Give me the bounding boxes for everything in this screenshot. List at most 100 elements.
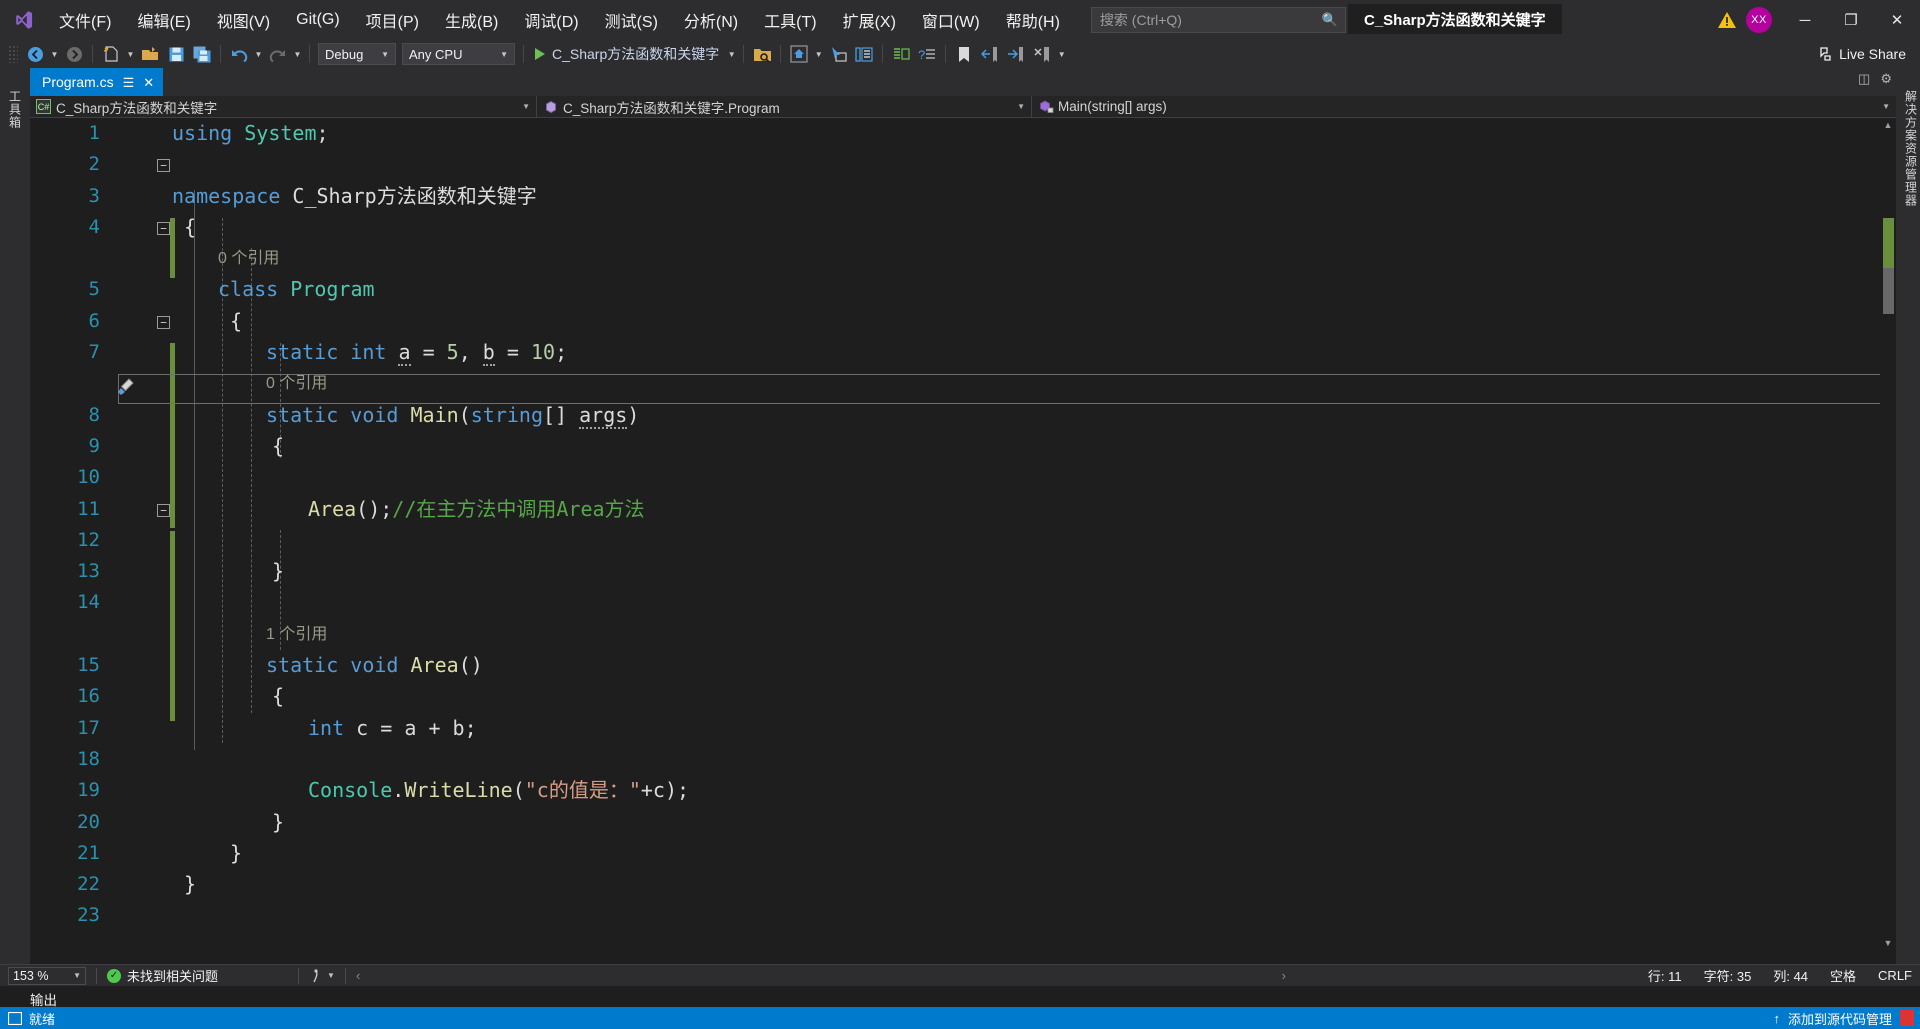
- new-item-icon[interactable]: [98, 42, 124, 66]
- solution-explorer-rail-label[interactable]: 解决方案资源管理器: [1896, 82, 1920, 207]
- upload-icon[interactable]: ↑: [1773, 1011, 1780, 1026]
- next-bookmark-icon[interactable]: [1003, 42, 1029, 66]
- code-line[interactable]: 9 {: [30, 431, 1896, 462]
- search-box[interactable]: 🔍: [1090, 7, 1346, 33]
- menu-debug[interactable]: 调试(D): [511, 0, 591, 40]
- open-file-icon[interactable]: [137, 42, 163, 66]
- toolbox-rail[interactable]: 工具箱: [0, 68, 30, 968]
- code-line[interactable]: 20 }: [30, 807, 1896, 838]
- navigate-forward-icon[interactable]: [61, 42, 87, 66]
- menu-edit[interactable]: 编辑(E): [124, 0, 203, 40]
- redo-dropdown-icon[interactable]: ▼: [291, 50, 304, 59]
- select-element-icon[interactable]: [825, 42, 851, 66]
- chevron-down-icon[interactable]: ▼: [327, 971, 335, 980]
- menu-help[interactable]: 帮助(H): [993, 0, 1073, 40]
- output-panel-title[interactable]: 输出: [0, 986, 1920, 1009]
- code-line[interactable]: 1 using System;: [30, 118, 1896, 149]
- start-dropdown-icon[interactable]: ▼: [725, 50, 738, 59]
- codelens-line[interactable]: 1 个引用: [30, 619, 1896, 650]
- history-back-icon[interactable]: ‹: [356, 968, 360, 983]
- code-line[interactable]: 21 }: [30, 838, 1896, 869]
- line-ending-label[interactable]: CRLF: [1878, 968, 1912, 983]
- menu-git[interactable]: Git(G): [283, 0, 353, 40]
- code-line[interactable]: 16 {: [30, 681, 1896, 712]
- code-editor[interactable]: − − − − 1 using System; 2 3 namespace C_…: [30, 118, 1896, 968]
- code-line[interactable]: 17 int c = a + b;: [30, 713, 1896, 744]
- undo-dropdown-icon[interactable]: ▼: [252, 50, 265, 59]
- breadcrumb-member-dropdown[interactable]: Main(string[] args) ▼: [1032, 96, 1896, 117]
- indentation-label[interactable]: 空格: [1830, 966, 1856, 985]
- code-line[interactable]: 5 class Program: [30, 274, 1896, 305]
- breadcrumb-class-dropdown[interactable]: C_Sharp方法函数和关键字.Program ▼: [537, 96, 1032, 117]
- gear-icon[interactable]: ⚙: [1880, 71, 1892, 87]
- undo-icon[interactable]: [226, 42, 252, 66]
- solution-explorer-search-icon[interactable]: [749, 42, 775, 66]
- menu-extensions[interactable]: 扩展(X): [830, 0, 909, 40]
- prev-bookmark-icon[interactable]: [977, 42, 1003, 66]
- split-view-icon[interactable]: ◫: [1858, 71, 1870, 87]
- configuration-combo[interactable]: Debug ▼: [318, 43, 396, 65]
- toolbox-rail-label[interactable]: 工具箱: [0, 82, 30, 129]
- code-line-current[interactable]: 11 Area();//在主方法中调用Area方法: [30, 494, 1896, 525]
- code-line[interactable]: 23: [30, 900, 1896, 931]
- toolbar-grip[interactable]: [8, 45, 18, 63]
- scroll-up-icon[interactable]: ▲: [1880, 118, 1896, 130]
- code-line[interactable]: 10: [30, 462, 1896, 493]
- menu-build[interactable]: 生成(B): [432, 0, 511, 40]
- clear-bookmarks-icon[interactable]: [1029, 42, 1055, 66]
- warning-triangle-icon[interactable]: [1710, 11, 1744, 29]
- toolbar-overflow-icon[interactable]: ▼: [1055, 50, 1068, 59]
- new-item-dropdown-icon[interactable]: ▼: [124, 50, 137, 59]
- zoom-level-combo[interactable]: 153 % ▼: [8, 966, 86, 985]
- pin-icon[interactable]: ☰: [123, 76, 135, 89]
- home-dropdown-icon[interactable]: ▼: [812, 50, 825, 59]
- codelens-line[interactable]: 0 个引用: [30, 243, 1896, 274]
- source-control-label[interactable]: 添加到源代码管理: [1788, 1009, 1892, 1028]
- notification-flag-icon[interactable]: [1900, 1010, 1914, 1026]
- live-share-button[interactable]: Live Share: [1816, 46, 1906, 62]
- code-surface[interactable]: 1 using System; 2 3 namespace C_Sharp方法函…: [30, 118, 1896, 968]
- close-icon[interactable]: ✕: [143, 76, 154, 89]
- codelens-references[interactable]: 0 个引用: [112, 243, 1896, 274]
- scroll-down-icon[interactable]: ▼: [1880, 938, 1896, 948]
- code-line[interactable]: 15 static void Area(): [30, 650, 1896, 681]
- quick-find-icon[interactable]: ?: [914, 42, 940, 66]
- menu-window[interactable]: 窗口(W): [909, 0, 993, 40]
- code-line[interactable]: 14: [30, 587, 1896, 618]
- problems-status-label[interactable]: 未找到相关问题: [127, 966, 218, 985]
- redo-icon[interactable]: [265, 42, 291, 66]
- bookmark-icon[interactable]: [951, 42, 977, 66]
- toggle-panel-icon[interactable]: [851, 42, 877, 66]
- solution-explorer-rail[interactable]: 解决方案资源管理器: [1896, 68, 1920, 968]
- git-branch-icon[interactable]: [309, 968, 323, 983]
- avatar[interactable]: XX: [1746, 7, 1772, 33]
- platform-combo[interactable]: Any CPU ▼: [402, 43, 515, 65]
- menu-view[interactable]: 视图(V): [204, 0, 283, 40]
- minimize-button[interactable]: ─: [1782, 0, 1828, 40]
- search-input[interactable]: [1099, 12, 1337, 28]
- menu-test[interactable]: 测试(S): [592, 0, 671, 40]
- tab-program-cs[interactable]: Program.cs ☰ ✕: [30, 68, 164, 96]
- save-all-icon[interactable]: [189, 42, 215, 66]
- navigate-back-icon[interactable]: [22, 42, 48, 66]
- maximize-button[interactable]: ❐: [1828, 0, 1874, 40]
- codelens-references[interactable]: 1 个引用: [112, 619, 1896, 650]
- menu-tools[interactable]: 工具(T): [751, 0, 829, 40]
- navigate-back-dropdown-icon[interactable]: ▼: [48, 50, 61, 59]
- code-line[interactable]: 6 {: [30, 306, 1896, 337]
- editor-vertical-scrollbar[interactable]: ▲ ▼: [1880, 118, 1896, 950]
- close-button[interactable]: ✕: [1874, 0, 1920, 40]
- code-line[interactable]: 18: [30, 744, 1896, 775]
- code-line[interactable]: 4 {: [30, 212, 1896, 243]
- breadcrumb-project-dropdown[interactable]: C# C_Sharp方法函数和关键字 ▼: [30, 96, 537, 117]
- code-line[interactable]: 3 namespace C_Sharp方法函数和关键字: [30, 181, 1896, 212]
- code-line[interactable]: 22 }: [30, 869, 1896, 900]
- codelens-references[interactable]: 0 个引用: [112, 368, 1896, 399]
- home-icon[interactable]: [786, 42, 812, 66]
- comment-icon[interactable]: [888, 42, 914, 66]
- code-line[interactable]: 13 }: [30, 556, 1896, 587]
- codelens-line[interactable]: 0 个引用: [30, 368, 1896, 399]
- start-debug-button[interactable]: C_Sharp方法函数和关键字: [529, 42, 725, 66]
- code-line[interactable]: 2: [30, 149, 1896, 180]
- menu-analyze[interactable]: 分析(N): [671, 0, 751, 40]
